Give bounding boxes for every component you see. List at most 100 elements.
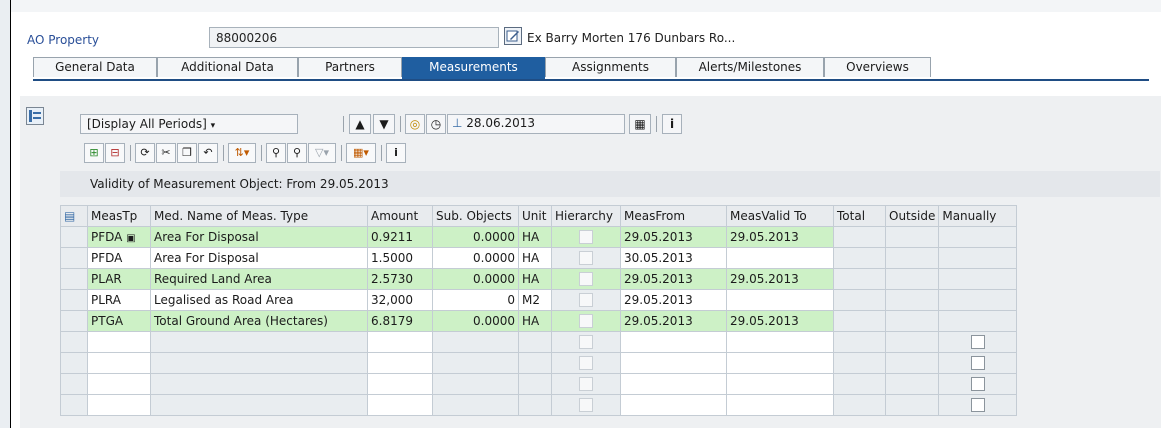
filter-button[interactable]: ▽▾ (308, 143, 336, 163)
cell-meas-type[interactable]: PFDA ▣ (87, 226, 151, 248)
column-header[interactable]: Hierarchy (551, 205, 621, 227)
column-header[interactable]: Med. Name of Meas. Type (150, 205, 368, 227)
cell-meas-type[interactable]: PLRA (87, 289, 151, 311)
cell-amount[interactable] (367, 352, 433, 374)
cell-manually[interactable] (938, 373, 1018, 395)
row-selector[interactable] (60, 373, 88, 395)
cell-meas-valid-to[interactable] (726, 331, 834, 353)
period-info-button[interactable]: i (662, 114, 682, 134)
empty-row[interactable] (60, 331, 1018, 353)
row-selector[interactable] (60, 394, 88, 416)
empty-row[interactable] (60, 373, 1018, 395)
key-date-button[interactable]: ⊥ 28.06.2013 (447, 114, 625, 134)
cut-button[interactable]: ✂ (156, 143, 176, 163)
table-row[interactable]: PFDA ▣ Area For Disposal 0.9211 0.0000 H… (60, 226, 1018, 248)
row-selector[interactable] (60, 352, 88, 374)
table-info-button[interactable]: i (386, 143, 406, 163)
tab-additional-data[interactable]: Additional Data (157, 57, 298, 77)
cell-manually[interactable] (938, 352, 1018, 374)
find-next-button[interactable]: ⚲ (287, 143, 307, 163)
cell-amount[interactable]: 32,000 (367, 289, 433, 311)
column-header[interactable]: Sub. Objects (432, 205, 519, 227)
tab-overviews[interactable]: Overviews (824, 57, 931, 77)
cell-meas-valid-to[interactable]: 29.05.2013 (726, 310, 834, 332)
empty-row[interactable] (60, 352, 1018, 374)
undo-button[interactable]: ↶ (198, 143, 218, 163)
table-row[interactable]: PTGA Total Ground Area (Hectares) 6.8179… (60, 310, 1018, 332)
cell-meas-from[interactable]: 30.05.2013 (620, 247, 727, 269)
next-period-button[interactable]: ▼ (373, 114, 395, 134)
tab-assignments[interactable]: Assignments (545, 57, 676, 77)
cell-meas-from[interactable]: 29.05.2013 (620, 289, 727, 311)
period-dropdown[interactable]: [Display All Periods] ▾ (80, 114, 298, 134)
cell-meas-type[interactable] (87, 394, 151, 416)
cell-meas-from[interactable]: 29.05.2013 (620, 310, 727, 332)
table-row[interactable]: PFDA Area For Disposal 1.5000 0.0000 HA … (60, 247, 1018, 269)
column-header[interactable]: Outside (884, 205, 940, 227)
manually-checkbox[interactable] (970, 356, 985, 371)
row-selector[interactable] (60, 268, 88, 290)
cell-meas-valid-to[interactable]: 29.05.2013 (726, 268, 834, 290)
select-all-cell[interactable]: ▤ (60, 205, 88, 227)
row-selector[interactable] (60, 331, 88, 353)
append-row-button[interactable]: ⊞ (84, 143, 104, 163)
cell-meas-valid-to[interactable]: 29.05.2013 (726, 226, 834, 248)
cell-amount[interactable]: 0.9211 (367, 226, 433, 248)
table-row[interactable]: PLAR Required Land Area 2.5730 0.0000 HA… (60, 268, 1018, 290)
tab-alerts-milestones[interactable]: Alerts/Milestones (676, 57, 824, 77)
column-header[interactable]: MeasValid To (726, 205, 834, 227)
cell-meas-type[interactable] (87, 352, 151, 374)
tab-measurements[interactable]: Measurements (402, 57, 545, 79)
period-settings-button[interactable]: ◎ (405, 114, 425, 134)
cell-meas-valid-to[interactable] (726, 247, 834, 269)
cell-meas-from[interactable]: 29.05.2013 (620, 226, 727, 248)
row-selector[interactable] (60, 310, 88, 332)
cell-meas-type[interactable] (87, 373, 151, 395)
value-help-icon[interactable]: ▣ (126, 233, 135, 244)
manually-checkbox[interactable] (970, 377, 985, 392)
previous-period-button[interactable]: ▲ (349, 114, 371, 134)
table-row[interactable]: PLRA Legalised as Road Area 32,000 0 M2 … (60, 289, 1018, 311)
edit-icon[interactable] (504, 27, 522, 45)
cell-meas-type[interactable] (87, 331, 151, 353)
cell-meas-type[interactable]: PLAR (87, 268, 151, 290)
cell-meas-from[interactable] (620, 352, 727, 374)
column-header[interactable]: MeasTp (87, 205, 151, 227)
cell-meas-type[interactable]: PFDA (87, 247, 151, 269)
cell-meas-valid-to[interactable] (726, 373, 834, 395)
cell-meas-valid-to[interactable] (726, 289, 834, 311)
refresh-button[interactable]: ⟳ (135, 143, 155, 163)
cell-amount[interactable]: 6.8179 (367, 310, 433, 332)
cell-amount[interactable] (367, 394, 433, 416)
manually-checkbox[interactable] (970, 335, 985, 350)
cell-amount[interactable] (367, 331, 433, 353)
find-button[interactable]: ⚲ (266, 143, 286, 163)
cell-amount[interactable]: 1.5000 (367, 247, 433, 269)
ao-number-field[interactable]: 88000206 (209, 27, 499, 48)
cell-amount[interactable]: 2.5730 (367, 268, 433, 290)
row-selector[interactable] (60, 226, 88, 248)
cell-amount[interactable] (367, 373, 433, 395)
column-header[interactable]: Total (833, 205, 886, 227)
row-selector[interactable] (60, 289, 88, 311)
period-overview-button[interactable]: ▦ (629, 114, 651, 134)
cell-meas-from[interactable] (620, 373, 727, 395)
cell-manually[interactable] (938, 394, 1018, 416)
tab-partners[interactable]: Partners (298, 57, 402, 77)
cell-meas-from[interactable] (620, 331, 727, 353)
layout-button[interactable]: ▦▾ (346, 143, 376, 163)
cell-meas-valid-to[interactable] (726, 394, 834, 416)
tab-general-data[interactable]: General Data (33, 57, 157, 77)
row-selector[interactable] (60, 247, 88, 269)
tree-toggle-icon[interactable] (26, 107, 44, 125)
column-header[interactable]: Unit (518, 205, 552, 227)
cell-meas-valid-to[interactable] (726, 352, 834, 374)
cell-manually[interactable] (938, 331, 1018, 353)
manually-checkbox[interactable] (970, 398, 985, 413)
sort-button[interactable]: ⇅▾ (228, 143, 256, 163)
column-header[interactable]: Manually (938, 205, 1018, 227)
cell-meas-type[interactable]: PTGA (87, 310, 151, 332)
cell-meas-from[interactable] (620, 394, 727, 416)
clock-button[interactable]: ◷ (426, 114, 446, 134)
copy-button[interactable]: ❐ (177, 143, 197, 163)
